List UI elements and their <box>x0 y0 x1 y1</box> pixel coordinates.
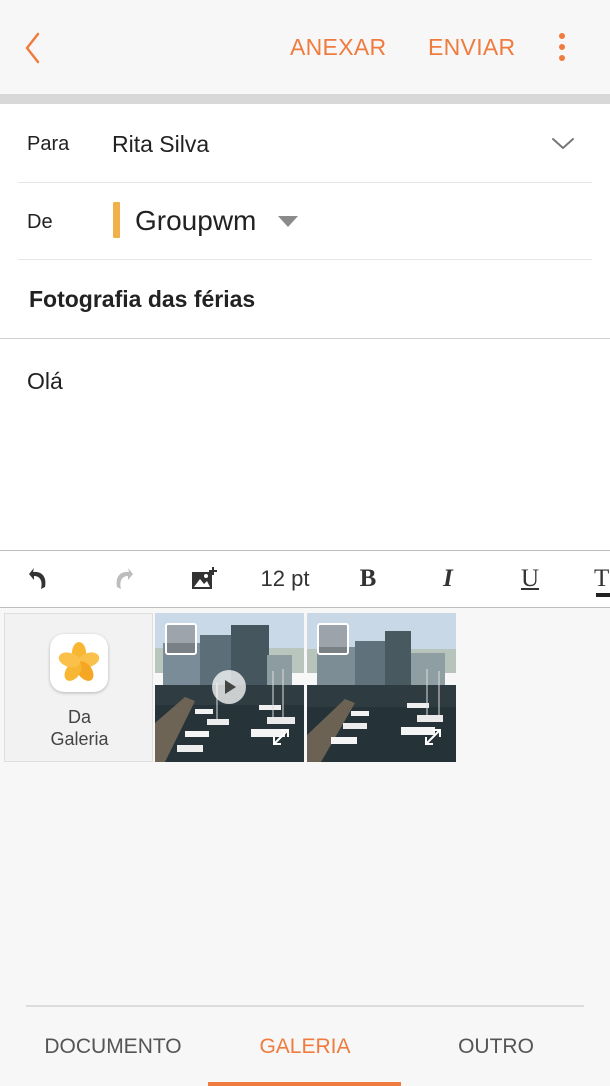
bold-button[interactable]: B <box>352 551 384 607</box>
chevron-down-icon[interactable] <box>550 134 576 154</box>
to-field[interactable]: Rita Silva <box>112 131 209 158</box>
message-body[interactable]: Olá <box>27 368 63 395</box>
tab-outro[interactable]: OUTRO <box>440 1035 552 1059</box>
top-app-bar: ANEXAR ENVIAR <box>0 0 610 94</box>
select-checkbox[interactable] <box>317 623 349 655</box>
subject-field[interactable]: Fotografia das férias <box>29 286 255 313</box>
select-checkbox[interactable] <box>165 623 197 655</box>
divider <box>18 259 592 260</box>
expand-icon[interactable] <box>270 726 292 748</box>
expand-icon[interactable] <box>422 726 444 748</box>
text-color-swatch <box>596 593 610 597</box>
formatting-toolbar: 12 pt B I U T <box>0 550 610 608</box>
dropdown-caret-icon[interactable] <box>278 216 298 227</box>
active-tab-indicator <box>208 1082 401 1086</box>
open-gallery-button[interactable]: Da Galeria <box>4 613 153 762</box>
send-button[interactable]: ENVIAR <box>428 34 515 61</box>
redo-icon[interactable] <box>108 551 138 607</box>
attachment-picker: Da Galeria <box>0 608 610 1005</box>
gallery-app-icon <box>50 634 108 692</box>
italic-button[interactable]: I <box>432 551 464 607</box>
play-video-icon <box>212 670 246 704</box>
from-label: De <box>27 211 53 233</box>
attach-button[interactable]: ANEXAR <box>290 34 386 61</box>
divider <box>0 338 610 339</box>
text-color-button[interactable]: T <box>594 551 610 607</box>
underline-button[interactable]: U <box>514 551 546 607</box>
compose-form: Para Rita Silva De Groupwm Fotografia da… <box>0 104 610 550</box>
undo-icon[interactable] <box>24 551 54 607</box>
gallery-thumbnail-video[interactable] <box>155 613 304 762</box>
divider <box>26 1005 584 1007</box>
font-size-selector[interactable]: 12 pt <box>252 551 318 607</box>
more-options-icon[interactable] <box>552 30 572 66</box>
toolbar-divider <box>0 94 610 104</box>
back-icon[interactable] <box>18 26 58 70</box>
from-account-selector[interactable]: Groupwm <box>135 205 256 237</box>
tab-galeria[interactable]: GALERIA <box>240 1035 370 1059</box>
insert-image-icon[interactable] <box>188 551 220 607</box>
tab-documento[interactable]: DOCUMENTO <box>40 1035 186 1059</box>
gallery-thumbnail-image[interactable] <box>307 613 456 762</box>
gallery-label: Da Galeria <box>50 707 109 749</box>
divider <box>18 182 592 183</box>
account-color-indicator <box>113 202 120 238</box>
attachment-source-tabs: DOCUMENTO GALERIA OUTRO <box>0 1005 610 1086</box>
to-label: Para <box>27 133 70 155</box>
